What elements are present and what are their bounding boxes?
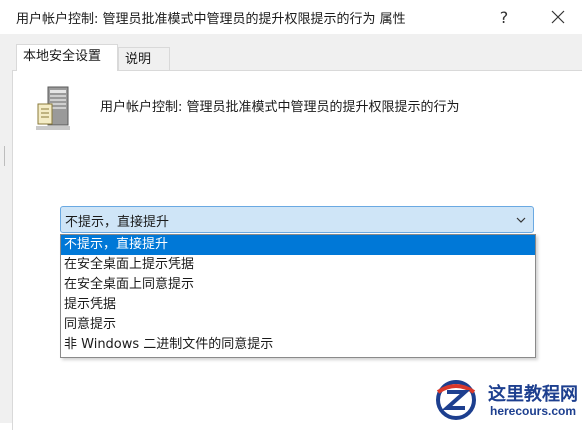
dropdown-option[interactable]: 提示凭据 bbox=[61, 295, 535, 315]
watermark: 这里教程网 herecours.com bbox=[432, 376, 582, 423]
window-title: 用户帐户控制: 管理员批准模式中管理员的提升权限提示的行为 属性 bbox=[16, 12, 406, 27]
close-icon bbox=[551, 10, 565, 24]
dropdown-selected-value: 不提示，直接提升 bbox=[65, 215, 170, 230]
tab-label: 说明 bbox=[125, 52, 152, 67]
setting-dropdown[interactable]: 不提示，直接提升 bbox=[60, 206, 534, 233]
close-button[interactable] bbox=[540, 3, 576, 31]
window-edge bbox=[0, 146, 5, 166]
watermark-logo-icon bbox=[436, 380, 476, 420]
dropdown-option[interactable]: 同意提示 bbox=[61, 315, 535, 335]
policy-name: 用户帐户控制: 管理员批准模式中管理员的提升权限提示的行为 bbox=[100, 100, 460, 115]
dropdown-option[interactable]: 在安全桌面上同意提示 bbox=[61, 275, 535, 295]
dropdown-option[interactable]: 非 Windows 二进制文件的同意提示 bbox=[61, 335, 535, 355]
watermark-name: 这里教程网 bbox=[488, 384, 578, 405]
watermark-url: herecours.com bbox=[490, 404, 577, 418]
tab-local-security-setting[interactable]: 本地安全设置 bbox=[16, 44, 118, 71]
dropdown-option[interactable]: 不提示，直接提升 bbox=[61, 235, 535, 255]
server-policy-icon bbox=[36, 86, 70, 130]
title-bar: 用户帐户控制: 管理员批准模式中管理员的提升权限提示的行为 属性 ? bbox=[0, 0, 582, 34]
help-button[interactable]: ? bbox=[486, 3, 522, 31]
dropdown-list: 不提示，直接提升 在安全桌面上提示凭据 在安全桌面上同意提示 提示凭据 同意提示… bbox=[60, 234, 536, 358]
dropdown-option[interactable]: 在安全桌面上提示凭据 bbox=[61, 255, 535, 275]
chevron-down-icon bbox=[516, 217, 526, 223]
tab-explain[interactable]: 说明 bbox=[118, 47, 170, 71]
question-mark-icon: ? bbox=[499, 7, 509, 27]
tab-label: 本地安全设置 bbox=[23, 49, 102, 64]
